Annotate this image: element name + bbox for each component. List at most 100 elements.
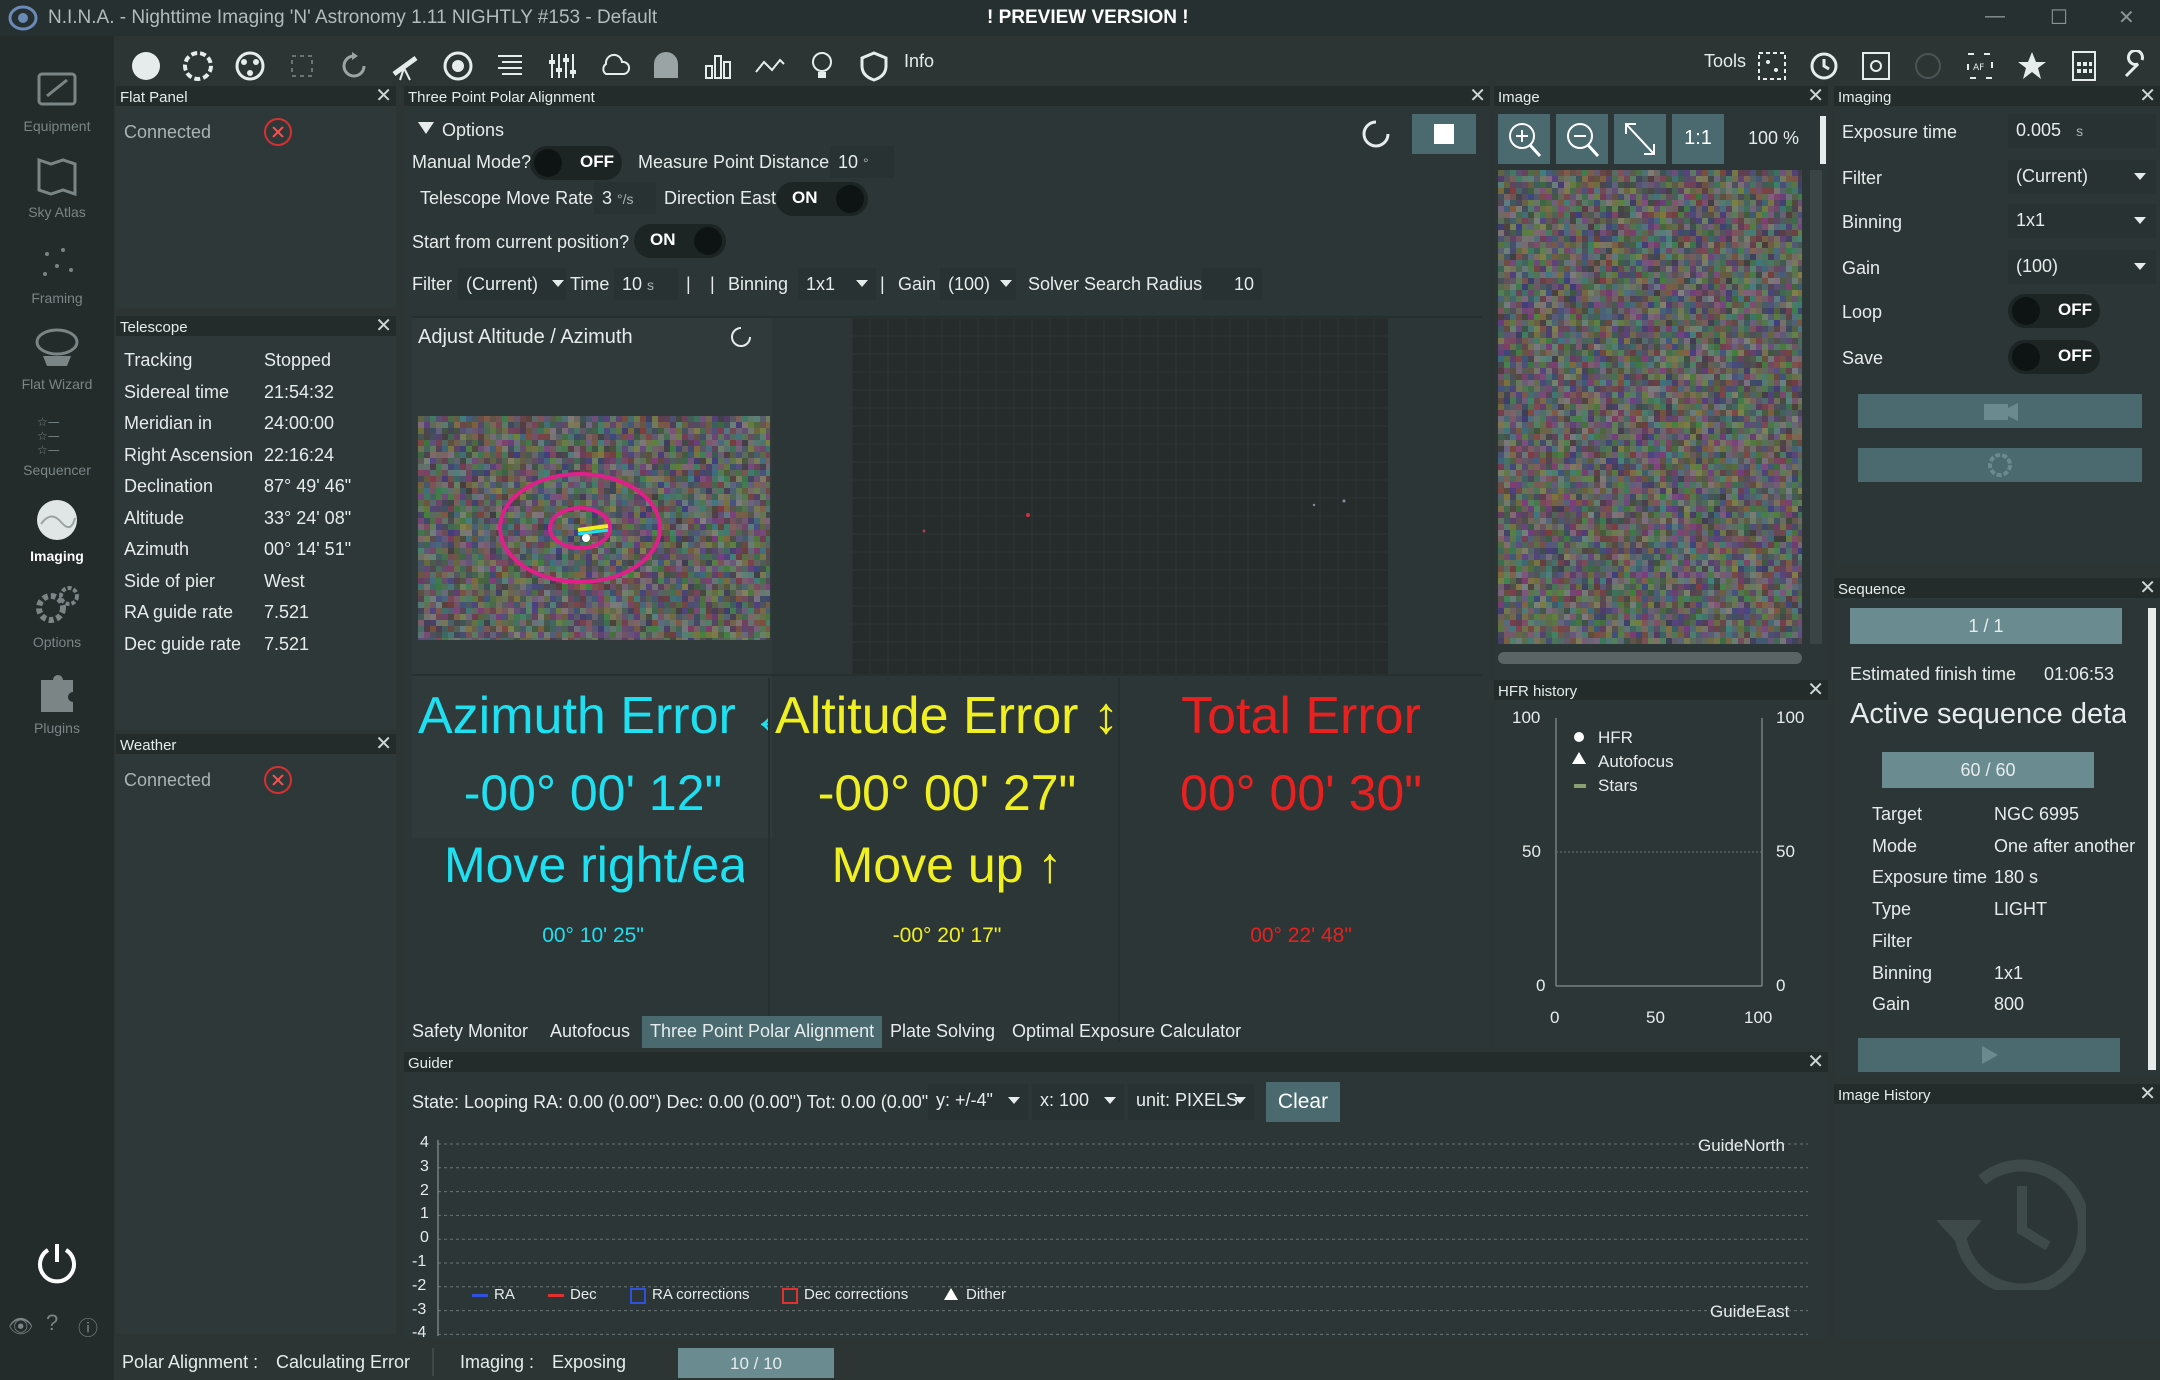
measure-distance-input[interactable]: 10 ° [830, 146, 894, 178]
close-icon[interactable]: ✕ [2139, 86, 2156, 106]
help-icon[interactable]: ? [46, 1310, 58, 1336]
filter-wheel-icon[interactable] [180, 48, 216, 84]
altitude-error-title: Altitude Error ↕ [775, 687, 1119, 745]
close-icon[interactable]: ✕ [1469, 86, 1486, 106]
star-icon[interactable] [2014, 48, 2050, 84]
close-icon[interactable]: ✕ [1807, 1052, 1824, 1072]
close-icon[interactable]: ✕ [375, 734, 392, 754]
tab-optimal-exposure-calculator[interactable]: Optimal Exposure Calculator [1012, 1016, 1241, 1048]
gain-select[interactable]: (100) [940, 268, 1016, 300]
imaging-status-value: Exposing [552, 1352, 627, 1372]
start-sequence-button[interactable] [1858, 1038, 2120, 1072]
maximize-button[interactable]: ☐ [2050, 5, 2068, 30]
nav-label: Sky Atlas [28, 204, 86, 220]
minimize-button[interactable]: — [1985, 5, 2005, 28]
calculator-icon[interactable] [2066, 48, 2102, 84]
eye-icon[interactable]: 👁 [8, 1314, 33, 1339]
nav-equipment[interactable]: Equipment [0, 60, 114, 144]
clear-button[interactable]: Clear [1266, 1082, 1340, 1122]
nav-imaging[interactable]: Imaging [0, 490, 114, 574]
imaging-filter-select[interactable]: (Current) [2008, 160, 2156, 194]
x-scale-value: x: 100 [1040, 1090, 1090, 1110]
loop-toggle[interactable]: OFF [2008, 294, 2100, 328]
y-scale-select[interactable]: y: +/-4" [928, 1084, 1028, 1120]
start-current-toggle[interactable]: ON [634, 224, 726, 258]
tab-autofocus[interactable]: Autofocus [550, 1016, 630, 1048]
close-icon[interactable]: ✕ [2139, 578, 2156, 598]
power-icon[interactable] [34, 1240, 80, 1286]
star-field-icon[interactable] [1754, 48, 1790, 84]
close-icon[interactable]: ✕ [375, 86, 392, 106]
info-icon[interactable]: ⓘ [78, 1312, 98, 1341]
zoom-out-button[interactable] [1556, 114, 1608, 164]
nav-sequencer[interactable]: ☆— ☆— ☆— Sequencer [0, 404, 114, 488]
exposure-time-input[interactable]: 0.005 s [2008, 114, 2156, 148]
nav-plugins[interactable]: Plugins [0, 662, 114, 746]
focuser-icon[interactable] [232, 48, 268, 84]
manual-mode-toggle[interactable]: OFF [530, 146, 622, 180]
autofocus-icon[interactable]: AF [1962, 48, 1998, 84]
guider-icon[interactable] [440, 48, 476, 84]
shield-icon[interactable] [856, 48, 892, 84]
ratio-button[interactable]: 1:1 [1672, 114, 1724, 164]
move-rate-input[interactable]: 3 °/s [594, 182, 656, 214]
imaging-binning-select[interactable]: 1x1 [2008, 204, 2156, 238]
start-current-label: Start from current position? [412, 232, 630, 252]
direction-east-toggle[interactable]: ON [776, 182, 868, 216]
switch-icon[interactable] [544, 48, 580, 84]
horizontal-scrollbar[interactable] [1498, 652, 1802, 664]
info-tab[interactable]: Info [904, 51, 934, 72]
time-input[interactable]: 10 s [614, 268, 678, 300]
expand-options-icon[interactable] [418, 122, 434, 134]
zoom-in-button[interactable] [1498, 114, 1550, 164]
sequence-scrollbar[interactable] [2148, 608, 2156, 1070]
chevron-down-icon [856, 280, 868, 287]
save-toggle[interactable]: OFF [2008, 340, 2100, 374]
fit-button[interactable] [1614, 114, 1666, 164]
hfr-legend-dot-icon [1574, 732, 1584, 742]
nav-sky-atlas[interactable]: Sky Atlas [0, 146, 114, 230]
camera-icon[interactable] [128, 48, 164, 84]
crosshair-icon[interactable] [284, 48, 320, 84]
nav-flat-wizard[interactable]: Flat Wizard [0, 318, 114, 402]
telescope-field-value: 00° 14' 51" [264, 539, 352, 559]
wrench-icon[interactable] [2118, 48, 2154, 84]
unit-select[interactable]: unit: PIXELS [1128, 1084, 1254, 1120]
tab-three-point-polar-alignment[interactable]: Three Point Polar Alignment [642, 1016, 883, 1048]
panel-handle[interactable] [1820, 116, 1826, 164]
snapshot-button[interactable] [1858, 448, 2142, 482]
rotator-icon[interactable] [336, 48, 372, 84]
sequence-field-value: One after another [1994, 835, 2136, 856]
options-expander[interactable]: Options [442, 120, 504, 141]
telescope-tb-icon[interactable] [388, 48, 424, 84]
ra-corrections-legend: RA corrections [652, 1286, 750, 1303]
imaging-gain-select[interactable]: (100) [2008, 250, 2156, 284]
weather-cloud-icon[interactable] [596, 48, 632, 84]
target-disabled-icon[interactable] [1910, 48, 1946, 84]
vertical-scrollbar[interactable] [1810, 170, 1822, 644]
star-detect-icon[interactable] [1858, 48, 1894, 84]
close-icon[interactable]: ✕ [2139, 1084, 2156, 1104]
filter-select[interactable]: (Current) [458, 268, 566, 300]
close-icon[interactable]: ✕ [1807, 86, 1824, 106]
sequence-field-label: Type [1872, 899, 1912, 920]
tab-safety-monitor[interactable]: Safety Monitor [412, 1016, 528, 1048]
lightbulb-icon[interactable] [804, 48, 840, 84]
close-window-button[interactable]: ✕ [2118, 5, 2135, 30]
close-icon[interactable]: ✕ [1807, 680, 1824, 700]
chart-bars-icon[interactable] [700, 48, 736, 84]
dome-icon[interactable] [648, 48, 684, 84]
history-icon[interactable] [1806, 48, 1842, 84]
solver-radius-input[interactable]: 10 [1202, 268, 1262, 300]
x-scale-select[interactable]: x: 100 [1032, 1084, 1124, 1120]
nav-options[interactable]: Options [0, 576, 114, 660]
start-capture-button[interactable] [1858, 394, 2142, 428]
ra-legend: RA [494, 1286, 515, 1303]
stop-button[interactable] [1412, 114, 1476, 154]
close-icon[interactable]: ✕ [375, 316, 392, 336]
binning-select[interactable]: 1x1 [798, 268, 876, 300]
sequence-list-icon[interactable] [492, 48, 528, 84]
tab-plate-solving[interactable]: Plate Solving [890, 1016, 995, 1048]
graph-line-icon[interactable] [752, 48, 788, 84]
nav-framing[interactable]: Framing [0, 232, 114, 316]
